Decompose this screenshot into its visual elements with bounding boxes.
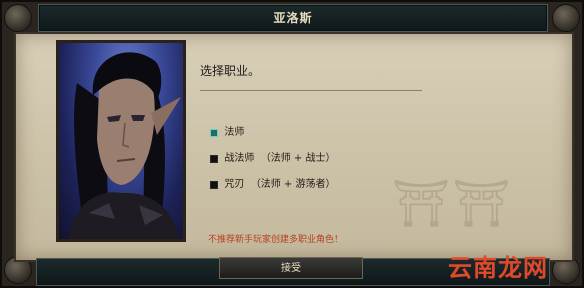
option-battlemage[interactable]: 战法师 （法师 + 战士） bbox=[204, 138, 335, 164]
instruction-text: 选择职业。 bbox=[200, 64, 261, 78]
option-label: 战法师 bbox=[224, 153, 255, 164]
option-detail: （法师 + 战士） bbox=[260, 153, 336, 164]
corner-ornament-top-right bbox=[552, 4, 580, 32]
divider bbox=[200, 90, 422, 91]
watermark-text: 云南龙网 bbox=[448, 254, 548, 282]
checkbox-battlemage[interactable] bbox=[210, 154, 219, 163]
watermark-logo: ⛩⛩ bbox=[392, 176, 513, 230]
option-label: 咒刃 bbox=[224, 179, 245, 190]
accept-button[interactable]: 接受 bbox=[219, 257, 363, 279]
checkbox-spellblade[interactable] bbox=[210, 180, 219, 189]
option-label: 法师 bbox=[224, 127, 245, 138]
option-spellblade[interactable]: 咒刃 （法师 + 游荡者） bbox=[204, 164, 335, 190]
corner-ornament-top-left bbox=[4, 4, 32, 32]
multiclass-warning: 不推荐新手玩家创建多职业角色！ bbox=[208, 235, 344, 245]
character-portrait bbox=[56, 40, 186, 242]
title-bar: 亚洛斯 bbox=[38, 4, 548, 32]
option-detail: （法师 + 游荡者） bbox=[250, 179, 336, 190]
option-wizard[interactable]: 法师 bbox=[204, 112, 244, 138]
dialog-title: 亚洛斯 bbox=[273, 11, 313, 25]
checkbox-wizard[interactable] bbox=[210, 128, 219, 137]
